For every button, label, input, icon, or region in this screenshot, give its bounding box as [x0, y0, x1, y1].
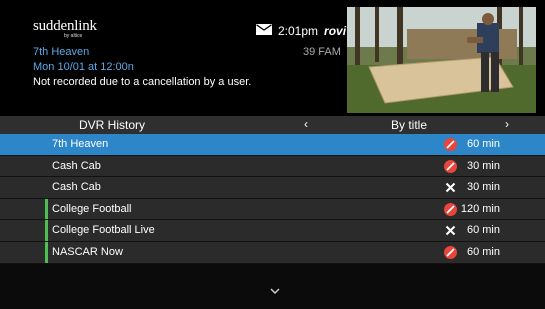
program-airtime: Mon 10/01 at 12:00n — [33, 61, 134, 73]
program-title: 7th Heaven — [33, 46, 90, 58]
item-title: 7th Heaven — [52, 138, 109, 150]
program-channel: 39 FAM — [303, 46, 341, 58]
provider-logo: rovi — [324, 24, 347, 38]
status-marker — [45, 241, 48, 263]
video-preview — [347, 7, 536, 113]
brand-subtitle: by altice — [64, 33, 83, 39]
cancelled-icon — [444, 202, 457, 216]
mail-icon[interactable] — [256, 22, 272, 40]
status-bar: 2:01pm rovi — [256, 24, 346, 38]
list-header: DVR History ‹ By title › — [0, 116, 545, 134]
item-title: NASCAR Now — [52, 245, 123, 258]
cancelled-icon — [444, 245, 457, 259]
item-title: Cash Cab — [52, 159, 101, 172]
list-item[interactable]: College Football Live 60 min — [0, 220, 545, 242]
item-title: College Football — [52, 202, 132, 215]
sort-prev-arrow[interactable]: ‹ — [304, 117, 308, 131]
program-status: Not recorded due to a cancellation by a … — [33, 76, 252, 88]
sort-next-arrow[interactable]: › — [505, 117, 509, 131]
item-duration: 60 min — [466, 138, 500, 150]
list-item[interactable]: Cash Cab 30 min — [0, 155, 545, 178]
cancelled-icon — [444, 138, 457, 151]
list-item[interactable]: NASCAR Now 60 min — [0, 241, 545, 264]
list-item[interactable]: College Football 120 min — [0, 198, 545, 221]
item-duration: 120 min — [460, 202, 500, 215]
item-title: College Football Live — [52, 224, 155, 237]
brand-logo: suddenlink by altice — [33, 18, 97, 39]
clock: 2:01pm — [278, 24, 319, 38]
list-item[interactable]: Cash Cab 30 min — [0, 177, 545, 199]
brand-name: suddenlink — [33, 18, 97, 34]
item-duration: 30 min — [466, 159, 500, 172]
status-marker — [45, 198, 48, 220]
item-duration: 60 min — [466, 224, 500, 237]
item-duration: 30 min — [466, 181, 500, 194]
cancelled-icon — [444, 159, 457, 173]
item-duration: 60 min — [466, 245, 500, 258]
list-item[interactable]: 7th Heaven 60 min — [0, 134, 545, 156]
failed-icon — [444, 181, 457, 194]
status-marker — [45, 220, 48, 241]
item-title: Cash Cab — [52, 181, 101, 194]
failed-icon — [444, 224, 457, 237]
list-title: DVR History — [79, 118, 146, 132]
scroll-down-icon[interactable] — [270, 281, 280, 299]
dvr-history-list: 7th Heaven 60 min Cash Cab 30 min Cash Cab 30… — [0, 134, 545, 264]
info-header: suddenlink by altice 2:01pm rovi 7th Hea… — [0, 0, 545, 116]
sort-mode[interactable]: By title — [391, 118, 427, 132]
